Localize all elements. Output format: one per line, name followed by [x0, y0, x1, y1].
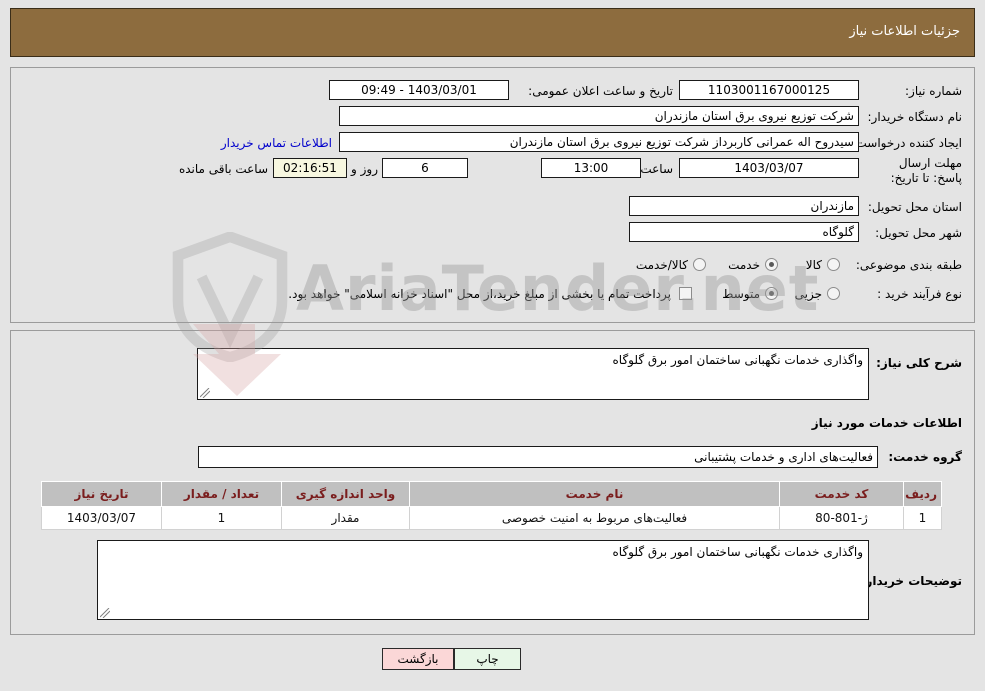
- col-service-name: نام خدمت: [409, 481, 780, 507]
- buyer-notes-value: واگذاری خدمات نگهبانی ساختمان امور برق گ…: [612, 545, 864, 559]
- cell-service-code: ژ-801-80: [779, 506, 904, 530]
- city-label: شهر محل تحویل:: [875, 226, 962, 240]
- back-button[interactable]: بازگشت: [382, 648, 454, 670]
- radio-category-khedmat[interactable]: [765, 258, 778, 271]
- requester-field: سیدروح اله عمرانی کاربرداز شرکت توزیع نی…: [339, 132, 859, 152]
- table-row: 1 ژ-801-80 فعالیت‌های مربوط به امنیت خصو…: [41, 506, 942, 530]
- buyer-contact-link[interactable]: اطلاعات تماس خریدار: [221, 136, 332, 150]
- resize-grip-icon[interactable]: [100, 608, 110, 618]
- need-details-panel: شرح کلی نیاز: واگذاری خدمات نگهبانی ساخت…: [10, 330, 975, 635]
- category-label: طبقه بندی موضوعی:: [855, 258, 962, 272]
- deadline-hour-label: ساعت: [640, 162, 673, 176]
- general-description-value: واگذاری خدمات نگهبانی ساختمان امور برق گ…: [612, 353, 864, 367]
- buyer-notes-textarea[interactable]: واگذاری خدمات نگهبانی ساختمان امور برق گ…: [97, 540, 869, 620]
- col-unit: واحد اندازه گیری: [281, 481, 410, 507]
- resize-grip-icon[interactable]: [200, 388, 210, 398]
- requester-label: ایجاد کننده درخواست:: [851, 136, 962, 150]
- radio-category-kala-khedmat-label: کالا/خدمت: [635, 258, 688, 272]
- deadline-label: مهلت ارسال پاسخ: تا تاریخ:: [890, 156, 962, 185]
- cell-need-date: 1403/03/07: [41, 506, 162, 530]
- services-table: ردیف کد خدمت نام خدمت واحد اندازه گیری ت…: [41, 481, 942, 530]
- radio-category-kala-khedmat[interactable]: [693, 258, 706, 271]
- buyer-org-field: شرکت توزیع نیروی برق استان مازندران: [339, 106, 859, 126]
- treasury-bond-note: پرداخت تمام یا بخشی از مبلغ خرید،از محل …: [288, 287, 671, 301]
- need-number-field: 1103001167000125: [679, 80, 859, 100]
- page-title: جزئیات اطلاعات نیاز: [849, 24, 960, 39]
- cell-quantity: 1: [161, 506, 282, 530]
- window-titlebar: جزئیات اطلاعات نیاز: [10, 8, 975, 57]
- remaining-time-label: ساعت باقی مانده: [178, 162, 268, 176]
- radio-process-motevaset-label: متوسط: [722, 287, 760, 301]
- table-header-row: ردیف کد خدمت نام خدمت واحد اندازه گیری ت…: [41, 481, 942, 507]
- radio-category-kala[interactable]: [827, 258, 840, 271]
- col-radif: ردیف: [903, 481, 942, 507]
- buyer-notes-label: توضیحات خریدار:: [860, 574, 962, 588]
- process-label: نوع فرآیند خرید :: [877, 287, 962, 301]
- services-section-title: اطلاعات خدمات مورد نیاز: [811, 416, 962, 430]
- deadline-date-field: 1403/03/07: [679, 158, 859, 178]
- remaining-time-field: 02:16:51: [273, 158, 347, 178]
- treasury-bond-checkbox[interactable]: [679, 287, 692, 300]
- cell-unit: مقدار: [281, 506, 410, 530]
- general-description-label: شرح کلی نیاز:: [876, 356, 962, 370]
- province-label: استان محل تحویل:: [867, 200, 962, 214]
- radio-category-kala-label: کالا: [805, 258, 822, 272]
- cell-radif: 1: [903, 506, 942, 530]
- service-group-label: گروه خدمت:: [888, 450, 962, 464]
- col-quantity: تعداد / مقدار: [161, 481, 282, 507]
- print-button[interactable]: چاپ: [454, 648, 521, 670]
- city-field: گلوگاه: [629, 222, 859, 242]
- buyer-org-label: نام دستگاه خریدار:: [867, 110, 963, 124]
- announce-datetime-label: تاریخ و ساعت اعلان عمومی:: [528, 84, 673, 98]
- days-label: روز و: [351, 162, 378, 176]
- radio-process-jozei-label: جزیی: [794, 287, 822, 301]
- col-service-code: کد خدمت: [779, 481, 904, 507]
- service-group-field: فعالیت‌های اداری و خدمات پشتیبانی: [198, 446, 878, 468]
- need-info-panel: شماره نیاز: 1103001167000125 تاریخ و ساع…: [10, 67, 975, 323]
- deadline-hour-field: 13:00: [541, 158, 641, 178]
- col-need-date: تاریخ نیاز: [41, 481, 162, 507]
- need-number-label: شماره نیاز:: [905, 84, 962, 98]
- remaining-days-field: 6: [382, 158, 468, 178]
- province-field: مازندران: [629, 196, 859, 216]
- radio-category-khedmat-label: خدمت: [728, 258, 760, 272]
- cell-service-name: فعالیت‌های مربوط به امنیت خصوصی: [409, 506, 780, 530]
- general-description-textarea[interactable]: واگذاری خدمات نگهبانی ساختمان امور برق گ…: [197, 348, 869, 400]
- radio-process-motevaset[interactable]: [765, 287, 778, 300]
- radio-process-jozei[interactable]: [827, 287, 840, 300]
- announce-datetime-field: 1403/03/01 - 09:49: [329, 80, 509, 100]
